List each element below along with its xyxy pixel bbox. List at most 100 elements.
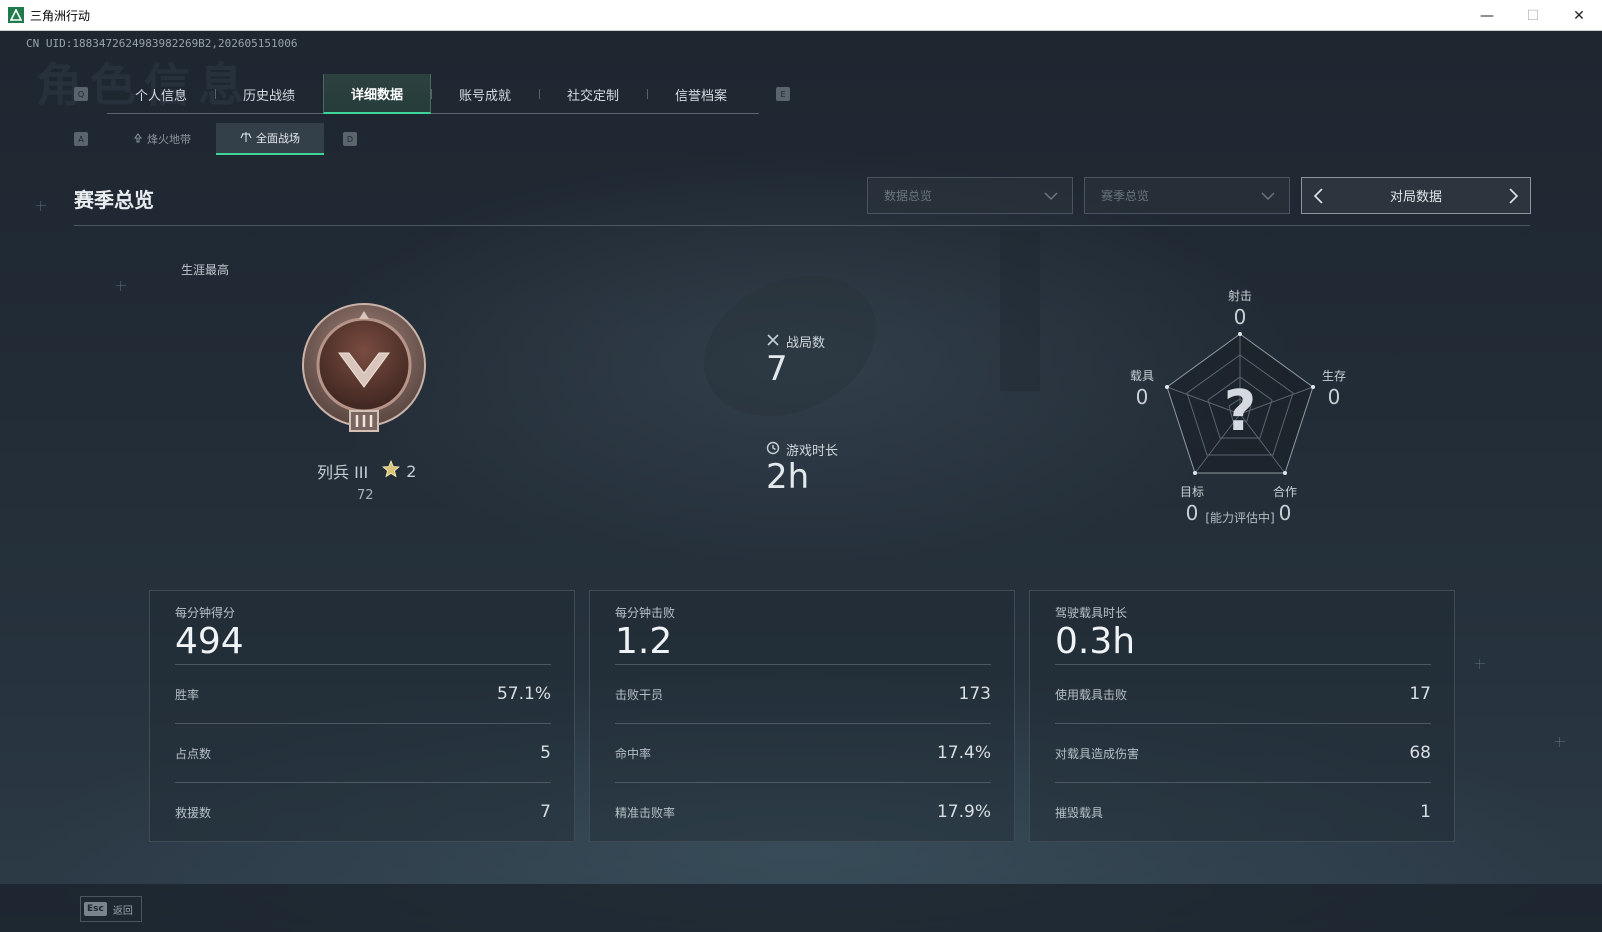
dropdown-value: 赛季总览 <box>1101 189 1150 203</box>
key-hint-e: E <box>776 87 790 101</box>
stat-row-label: 精准击败率 <box>615 805 676 820</box>
stat-row: 命中率 17.4% <box>615 723 991 782</box>
mode-subtabs: 烽火地带 全面战场 <box>108 123 324 155</box>
key-hint-q: Q <box>74 87 88 101</box>
window-titlebar: 三角洲行动 — ☐ ✕ <box>0 0 1602 31</box>
subtab-label: 烽火地带 <box>147 133 191 146</box>
tab-credit-record[interactable]: 信誉档案 <box>647 74 755 114</box>
key-hint-d: D <box>343 132 357 146</box>
stat-row-label: 胜率 <box>175 687 200 702</box>
stat-row: 击败干员 173 <box>615 664 991 723</box>
stat-row-value: 7 <box>540 802 551 822</box>
rank-medal-icon <box>301 303 429 435</box>
season-dropdown[interactable]: 赛季总览 <box>1084 177 1290 214</box>
match-data-pager: 对局数据 <box>1301 177 1531 214</box>
stat-card-score: 每分钟得分 494 胜率 57.1% 占点数 5 救援数 7 <box>149 590 575 842</box>
stat-row: 对载具造成伤害 68 <box>1055 723 1431 782</box>
app-logo-icon <box>8 7 24 23</box>
stat-row-value: 68 <box>1409 743 1431 763</box>
tab-social[interactable]: 社交定制 <box>539 74 647 114</box>
stat-row: 使用载具击败 17 <box>1055 664 1431 723</box>
stat-row-value: 17.9% <box>936 802 991 822</box>
stat-row: 精准击败率 17.9% <box>615 782 991 841</box>
radar-label-shooting: 射击 <box>1227 289 1252 303</box>
stat-row: 胜率 57.1% <box>175 664 551 723</box>
background-tower <box>1000 231 1040 391</box>
stat-row-label: 摧毁载具 <box>1055 805 1104 820</box>
star-icon <box>382 459 401 482</box>
stat-row-label: 击败干员 <box>615 687 664 702</box>
back-label: 返回 <box>112 905 133 917</box>
stat-card-vehicle: 驾驶载具时长 0.3h 使用载具击败 17 对载具造成伤害 68 摧毁载具 1 <box>1029 590 1455 842</box>
radar-label-objective: 目标 <box>1179 485 1204 499</box>
radar-value-survival: 0 <box>1327 385 1341 409</box>
card-label: 每分钟击败 <box>615 606 676 620</box>
stat-card-kills: 每分钟击败 1.2 击败干员 173 命中率 17.4% 精准击败率 17.9% <box>589 590 1015 842</box>
radar-label-survival: 生存 <box>1321 369 1346 383</box>
close-button[interactable]: ✕ <box>1556 0 1602 31</box>
chevron-down-icon <box>1259 187 1277 208</box>
window-title: 三角洲行动 <box>30 8 91 23</box>
subtab-battlefield[interactable]: 全面战场 <box>216 123 324 155</box>
ability-radar-chart: ? 射击 0 生存 0 合作 0 目标 0 载具 0 <box>1100 251 1400 541</box>
radar-label-teamwork: 合作 <box>1272 485 1297 499</box>
chevron-down-icon <box>1042 187 1060 208</box>
game-viewport: 角色信息 CN UID:1883472624983982269B2,202605… <box>0 31 1602 932</box>
matches-value: 7 <box>766 349 788 389</box>
radar-value-vehicle: 0 <box>1135 385 1149 409</box>
dropdown-value: 数据总览 <box>884 189 933 203</box>
rank-name-row: 列兵 III 2 <box>317 459 416 483</box>
rank-stars: 2 <box>382 459 417 482</box>
crosshair-decoration <box>36 201 46 211</box>
data-overview-dropdown[interactable]: 数据总览 <box>867 177 1073 214</box>
stat-row-label: 占点数 <box>175 746 212 761</box>
star-count: 2 <box>406 461 417 481</box>
stat-row-value: 1 <box>1420 802 1431 822</box>
stat-row: 救援数 7 <box>175 782 551 841</box>
rank-points: 72 <box>357 488 374 503</box>
key-hint-a: A <box>74 132 88 146</box>
matches-label: 战局数 <box>786 336 826 351</box>
stat-row-label: 救援数 <box>175 805 212 820</box>
radar-status-note: [能力评估中] <box>1205 511 1275 525</box>
card-value: 1.2 <box>615 621 673 662</box>
tab-achievements[interactable]: 账号成就 <box>431 74 539 114</box>
radar-value-shooting: 0 <box>1233 305 1247 329</box>
stat-row-label: 对载具造成伤害 <box>1055 746 1140 761</box>
back-button[interactable]: Esc 返回 <box>80 896 142 922</box>
crosshair-decoration <box>116 281 126 291</box>
stat-row-label: 命中率 <box>615 746 652 761</box>
stat-row-label: 使用载具击败 <box>1055 687 1128 702</box>
card-label: 驾驶载具时长 <box>1055 606 1128 620</box>
crosshair-decoration <box>1555 737 1565 747</box>
stat-row-value: 17 <box>1409 684 1431 704</box>
pager-label: 对局数据 <box>1389 190 1442 205</box>
career-highest-label: 生涯最高 <box>181 263 230 277</box>
clock-icon <box>766 441 780 459</box>
crosshair-decoration <box>1475 659 1485 669</box>
chevron-right-icon[interactable] <box>1504 186 1522 210</box>
stat-row: 摧毁载具 1 <box>1055 782 1431 841</box>
maximize-button[interactable]: ☐ <box>1510 0 1556 31</box>
uid-text: CN UID:1883472624983982269B2,20260515100… <box>26 37 298 50</box>
minimize-button[interactable]: — <box>1464 0 1510 31</box>
radar-center-mark: ? <box>1223 379 1257 444</box>
stat-row-value: 57.1% <box>496 684 551 704</box>
stat-row-value: 17.4% <box>936 743 991 763</box>
subtab-label: 全面战场 <box>256 132 300 145</box>
esc-key-hint: Esc <box>84 902 107 916</box>
tab-personal-info[interactable]: 个人信息 <box>107 74 215 114</box>
battlefield-icon <box>240 131 252 146</box>
tab-detailed-data[interactable]: 详细数据 <box>323 74 431 114</box>
chevron-left-icon[interactable] <box>1310 186 1328 210</box>
card-value: 0.3h <box>1055 621 1136 662</box>
crossed-swords-icon <box>766 333 780 351</box>
tab-match-history[interactable]: 历史战绩 <box>215 74 323 114</box>
main-tabbar: 个人信息 历史战绩 详细数据 账号成就 社交定制 信誉档案 <box>107 74 759 114</box>
subtab-fire-zone[interactable]: 烽火地带 <box>108 123 216 155</box>
stat-row-value: 5 <box>540 743 551 763</box>
rank-name: 列兵 III <box>317 463 369 482</box>
fire-zone-icon <box>133 132 143 146</box>
section-title: 赛季总览 <box>74 188 154 212</box>
card-value: 494 <box>175 621 244 662</box>
